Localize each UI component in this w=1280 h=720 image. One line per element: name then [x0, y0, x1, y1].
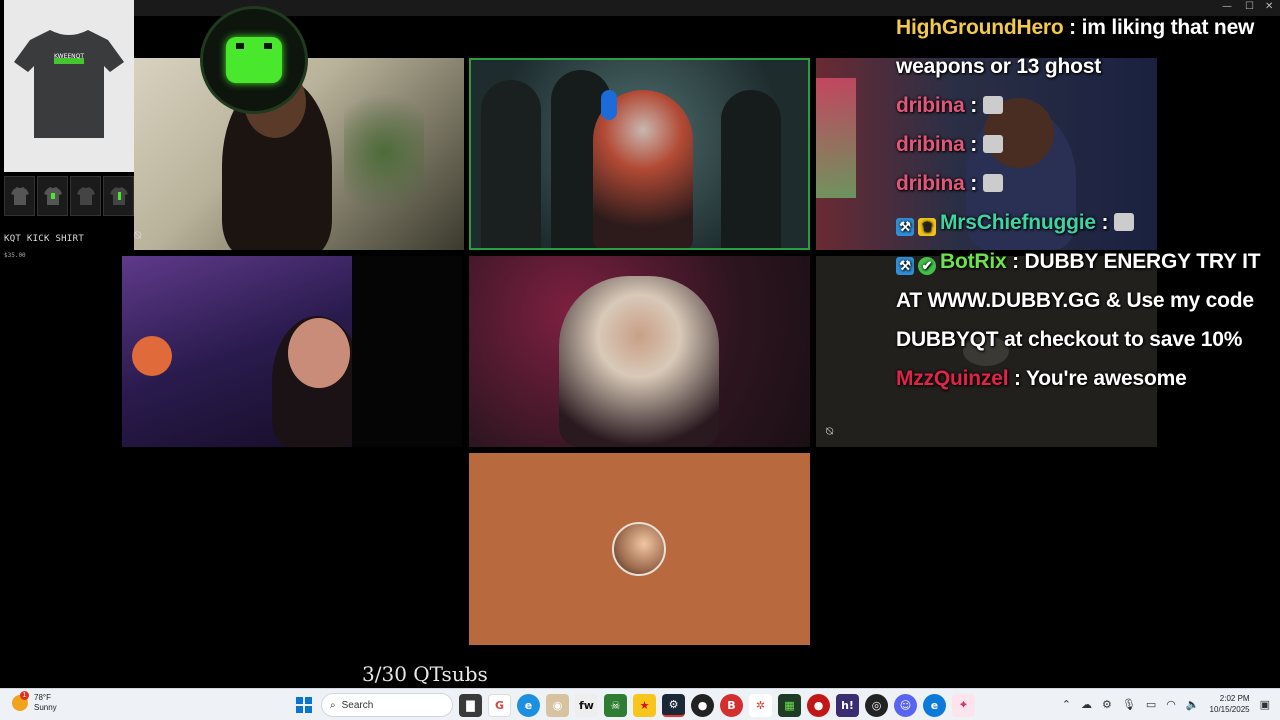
thumbnail-front[interactable]	[4, 176, 35, 216]
chat-username: BotRix	[940, 250, 1007, 273]
chat-overlay: HighGroundHero : im liking that new weap…	[896, 8, 1280, 398]
product-title: KQT KICK SHIRT	[4, 234, 85, 244]
shirt-thumbnails	[4, 176, 134, 216]
search-placeholder: Search	[341, 699, 374, 711]
thumbnail-back[interactable]	[37, 176, 68, 216]
shirt-product-image[interactable]: KWEENQT	[4, 0, 134, 172]
notifications-icon[interactable]: ▣	[1260, 698, 1270, 711]
green-mascot-icon	[226, 37, 282, 83]
thumbnail-side[interactable]	[70, 176, 101, 216]
video-tile-5[interactable]	[469, 256, 810, 447]
fw-icon[interactable]: fw	[575, 693, 598, 717]
record-icon[interactable]: ●	[807, 693, 830, 717]
calc-icon[interactable]: ▦	[778, 693, 801, 717]
clock-time: 2:02 PM	[1219, 694, 1250, 703]
start-button[interactable]	[292, 694, 315, 717]
windows-taskbar: 1 78°F Sunny ⌕ Search ▇ G e ◉ fw ☠ ★ ⚙ ●…	[0, 688, 1280, 720]
emote-icon	[982, 174, 1003, 192]
emote-icon	[982, 135, 1003, 153]
edge-dev-icon[interactable]: e	[923, 693, 946, 717]
streamer-silhouette	[559, 276, 719, 447]
mic-muted-icon: ⍉	[134, 228, 142, 242]
clock-date: 10/15/2025	[1209, 705, 1250, 714]
wifi-icon[interactable]: ◠	[1166, 698, 1176, 711]
headset-icon	[601, 90, 617, 120]
rgb-shelf	[816, 78, 856, 198]
taskbar-clock[interactable]: 2:02 PM 10/15/2025	[1210, 693, 1250, 715]
xbox-icon[interactable]: ☠	[604, 693, 627, 717]
microphone-icon[interactable]: 🎙	[1122, 698, 1136, 711]
emote-icon	[982, 96, 1003, 114]
moderator-badge-icon: ⚒	[896, 257, 914, 275]
chat-message: HighGroundHero : im liking that new weap…	[896, 16, 1255, 78]
sun-icon: 1	[12, 691, 29, 711]
chat-username: dribina	[896, 133, 965, 156]
chat-username: dribina	[896, 172, 965, 195]
mic-muted-icon: ⍉	[826, 424, 834, 438]
emote-icon	[1113, 213, 1134, 231]
chat-message: MzzQuinzel : You're awesome	[896, 367, 1187, 390]
obs-icon[interactable]: ◎	[865, 693, 888, 717]
system-tray: ⌃ ☁ ⚙ 🎙 ▭ ◠ 🔈 2:02 PM 10/15/2025 ▣	[1062, 693, 1270, 715]
volume-icon[interactable]: 🔈	[1186, 698, 1200, 711]
game-icon[interactable]: ◉	[546, 693, 569, 717]
crown-badge-icon: ♛	[918, 218, 936, 236]
zombie-figure	[721, 90, 781, 248]
mesh-icon[interactable]: ✲	[749, 693, 772, 717]
chevron-up-icon[interactable]: ⌃	[1062, 698, 1071, 711]
chat-message: dribina :	[896, 86, 1280, 125]
plants-background	[344, 78, 424, 228]
video-tile-4[interactable]	[122, 256, 352, 447]
verified-badge-icon: ✔	[918, 257, 936, 275]
discord-icon[interactable]: ☺	[894, 693, 917, 717]
notification-badge: 1	[20, 691, 29, 700]
cloud-icon[interactable]: ☁	[1081, 698, 1092, 711]
usb-icon[interactable]: ▭	[1146, 698, 1156, 711]
thumbnail-detail[interactable]	[103, 176, 134, 216]
taskbar-apps: ⌕ Search ▇ G e ◉ fw ☠ ★ ⚙ ● B ✲ ▦ ● h! ◎…	[292, 693, 975, 717]
moderator-badge-icon: ⚒	[896, 218, 914, 236]
chat-username: MrsChiefnuggie	[940, 211, 1096, 234]
product-price: $35.00	[4, 252, 26, 259]
video-tile-4-side	[352, 256, 462, 447]
taskbar-search[interactable]: ⌕ Search	[321, 693, 453, 717]
shirt-brand: KWEENQT	[54, 53, 84, 60]
chat-message: dribina :	[896, 125, 1280, 164]
channel-avatar-badge	[200, 6, 308, 114]
brave-icon[interactable]: B	[720, 693, 743, 717]
pumpkin-decor	[132, 336, 172, 376]
chrome-icon[interactable]: G	[488, 693, 511, 717]
streamer-head	[288, 318, 350, 388]
shop-panel: KWEENQT KQT KICK SHIRT $35.00	[0, 0, 134, 265]
github-icon[interactable]: ●	[691, 693, 714, 717]
chat-message: dribina :	[896, 164, 1280, 203]
file-explorer-icon[interactable]: ▇	[459, 693, 482, 717]
search-icon: ⌕	[330, 699, 336, 711]
weather-condition: Sunny	[34, 703, 57, 712]
zombie-figure	[481, 80, 541, 248]
edge-icon[interactable]: e	[517, 693, 540, 717]
weather-temp: 78°F	[34, 693, 51, 702]
chat-username: MzzQuinzel	[896, 367, 1009, 390]
steam-icon[interactable]: ⚙	[662, 693, 685, 717]
chat-username: dribina	[896, 94, 965, 117]
star-icon[interactable]: ★	[633, 693, 656, 717]
chat-username: HighGroundHero	[896, 16, 1064, 39]
chat-message: ⚒ ♛ MrsChiefnuggie :	[896, 203, 1280, 242]
video-tile-2-active[interactable]	[469, 58, 810, 250]
participant-avatar	[612, 522, 666, 576]
hype-icon[interactable]: h!	[836, 693, 859, 717]
chat-text: You're awesome	[1026, 367, 1187, 390]
chat-message: ⚒ ✔ BotRix : DUBBY ENERGY TRY IT AT WWW.DU…	[896, 250, 1261, 351]
sub-goal-counter: 3/30 QTsubs	[362, 662, 488, 686]
steam-tray-icon[interactable]: ⚙	[1102, 698, 1112, 711]
weather-widget[interactable]: 1 78°F Sunny	[12, 691, 57, 713]
location-icon[interactable]: ⌖	[952, 693, 975, 717]
